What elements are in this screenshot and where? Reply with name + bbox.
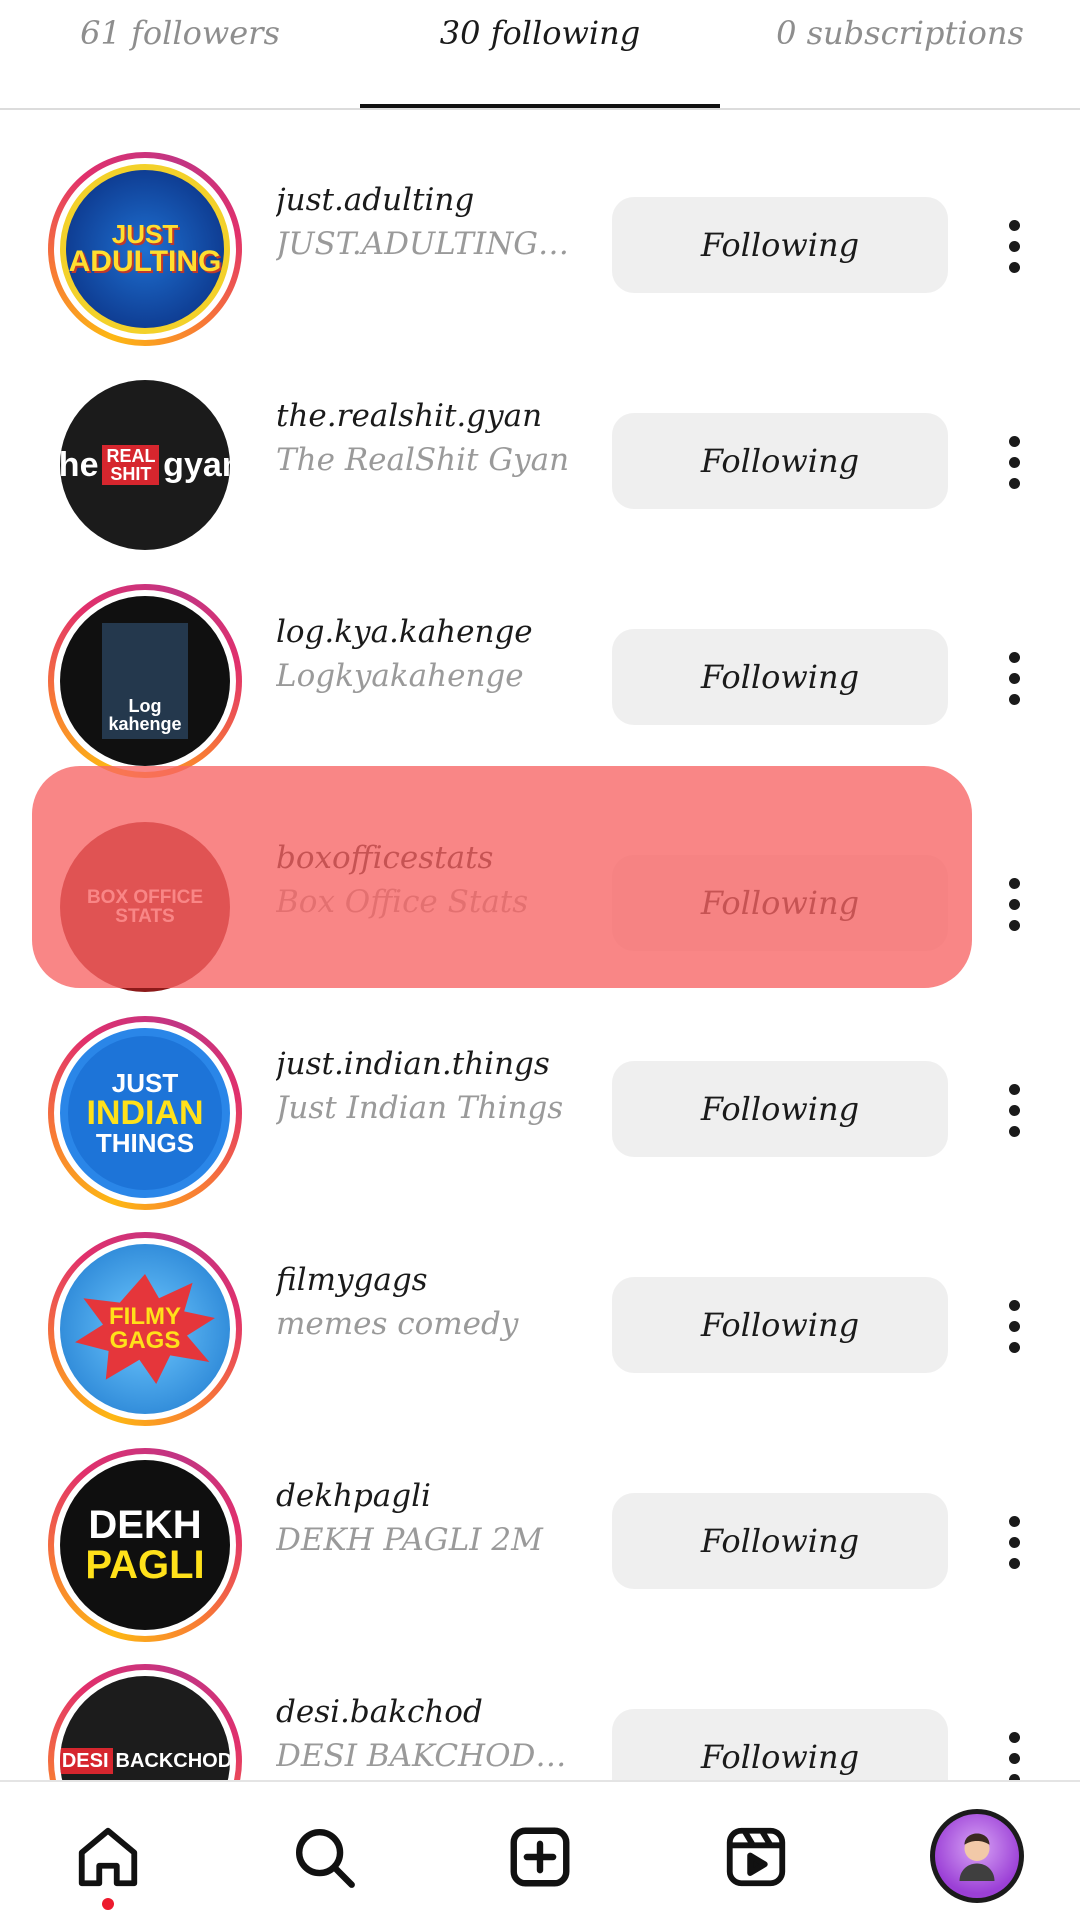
bottom-navigation (0, 1780, 1080, 1920)
username[interactable]: just.adulting (276, 182, 576, 218)
avatar-image: FILMY GAGS (60, 1244, 230, 1414)
list-item: DEKH PAGLI dekhpagli DEKH PAGLI 2M Follow… (0, 1414, 1080, 1642)
username[interactable]: log.kya.kahenge (276, 614, 576, 650)
avatar[interactable]: BOX OFFICE STATS (48, 810, 242, 1004)
list-item: Log kahenge log.kya.kahenge Logkyakahenge… (0, 550, 1080, 778)
following-button[interactable]: Following (612, 1277, 948, 1373)
avatar-image: theREAL SHITgyan (60, 380, 230, 550)
following-button[interactable]: Following (612, 855, 948, 951)
following-button[interactable]: Following (612, 629, 948, 725)
search-icon[interactable] (279, 1812, 369, 1902)
avatar[interactable]: DEKH PAGLI (48, 1448, 242, 1642)
following-button[interactable]: Following (612, 1493, 948, 1589)
more-options-icon[interactable] (998, 1278, 1030, 1374)
avatar-image: BOX OFFICE STATS (60, 822, 230, 992)
full-name: DEKH PAGLI 2M (276, 1522, 543, 1558)
avatar[interactable]: JUST INDIAN THINGS (48, 1016, 242, 1210)
full-name: DESI BAKCHOD ® (276, 1738, 576, 1774)
following-button[interactable]: Following (612, 413, 948, 509)
avatar[interactable]: FILMY GAGS (48, 1232, 242, 1426)
username[interactable]: boxofficestats (276, 840, 576, 876)
more-options-icon[interactable] (998, 1062, 1030, 1158)
tab-subscriptions[interactable]: 0 subscriptions (720, 0, 1080, 108)
follow-tabs: 61 followers 30 following 0 subscription… (0, 0, 1080, 110)
list-item-highlighted: BOX OFFICE STATS boxofficestats Box Offic… (0, 766, 1080, 992)
avatar-image: DEKH PAGLI (60, 1460, 230, 1630)
username[interactable]: the.realshit.gyan (276, 398, 576, 434)
more-options-icon[interactable] (998, 856, 1030, 952)
notification-dot (102, 1898, 114, 1910)
list-item: JUST INDIAN THINGS just.indian.things Just… (0, 982, 1080, 1210)
list-item: JUST ADULTING just.adulting JUST.ADULTING… (0, 118, 1080, 346)
home-icon[interactable] (63, 1812, 153, 1902)
more-options-icon[interactable] (998, 1494, 1030, 1590)
reels-icon[interactable] (711, 1812, 801, 1902)
create-icon[interactable] (495, 1812, 585, 1902)
username[interactable]: desi.bakchod (276, 1694, 576, 1730)
tab-followers[interactable]: 61 followers (0, 0, 360, 108)
more-options-icon[interactable] (998, 198, 1030, 294)
full-name: The RealShit Gyan (276, 442, 570, 478)
following-button[interactable]: Following (612, 1061, 948, 1157)
active-tab-indicator (360, 104, 720, 108)
full-name: JUST.ADULTING 2... (276, 226, 576, 262)
list-item: FILMY GAGS filmygags memes comedy Followi… (0, 1198, 1080, 1426)
following-button[interactable]: Following (612, 197, 948, 293)
avatar[interactable]: JUST ADULTING (48, 152, 242, 346)
full-name: Box Office Stats (276, 884, 529, 920)
full-name: memes comedy (276, 1306, 519, 1342)
username[interactable]: just.indian.things (276, 1046, 576, 1082)
profile-avatar[interactable] (927, 1806, 1027, 1906)
avatar-image: JUST INDIAN THINGS (60, 1028, 230, 1198)
full-name: Just Indian Things (276, 1090, 564, 1126)
username[interactable]: filmygags (276, 1262, 576, 1298)
more-options-icon[interactable] (998, 414, 1030, 510)
avatar-image: Log kahenge (60, 596, 230, 766)
full-name: Logkyakahenge (276, 658, 524, 694)
username[interactable]: dekhpagli (276, 1478, 576, 1514)
tab-following[interactable]: 30 following (360, 0, 720, 108)
list-item: theREAL SHITgyan the.realshit.gyan The R… (0, 334, 1080, 550)
more-options-icon[interactable] (998, 630, 1030, 726)
avatar-image: JUST ADULTING (60, 164, 230, 334)
memoji-icon (959, 1833, 995, 1881)
avatar[interactable]: Log kahenge (48, 584, 242, 778)
avatar[interactable]: theREAL SHITgyan (48, 368, 242, 562)
